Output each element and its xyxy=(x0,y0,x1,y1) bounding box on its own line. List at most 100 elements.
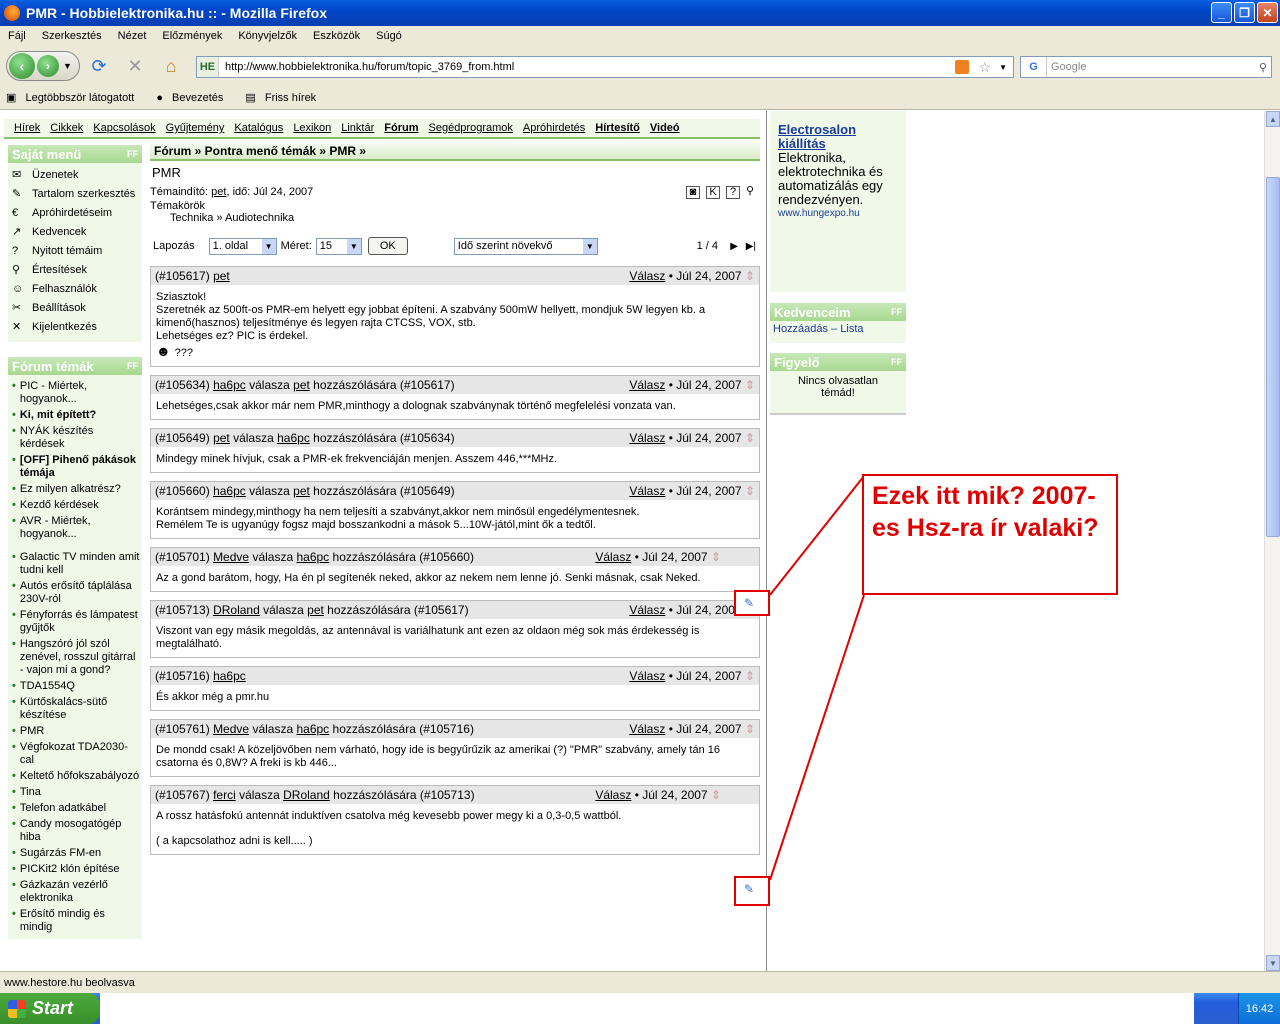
post-author-link[interactable]: pet xyxy=(213,269,230,283)
vote-icon[interactable]: ⇕ xyxy=(708,550,721,564)
scroll-up-icon[interactable]: ▲ xyxy=(1266,111,1280,127)
url-dropdown-icon[interactable]: ▼ xyxy=(999,63,1007,72)
collapse-icon[interactable]: FF xyxy=(127,149,138,159)
own-menu-item[interactable]: ? Nyitott témáim xyxy=(12,245,140,258)
forum-topic-item[interactable]: • Erősítő mindig és mindig xyxy=(12,908,140,934)
reply-link[interactable]: Válasz xyxy=(629,484,665,498)
post-author-link[interactable]: Medve xyxy=(213,722,249,736)
post-author-link[interactable]: Medve xyxy=(213,550,249,564)
forum-topic-item[interactable]: • PICKit2 klón építése xyxy=(12,863,140,876)
menu-tools[interactable]: Eszközök xyxy=(313,30,360,42)
minimize-button[interactable]: _ xyxy=(1211,2,1232,23)
edit-icon[interactable]: ✎ xyxy=(744,882,768,896)
vote-icon[interactable]: ⇕ xyxy=(742,269,755,283)
last-page-icon[interactable]: ▶| xyxy=(746,241,756,252)
post-reply-to-link[interactable]: ha6pc xyxy=(296,722,329,736)
forum-topic-item[interactable]: • Sugárzás FM-en xyxy=(12,847,140,860)
own-menu-item[interactable]: € Apróhirdetéseim xyxy=(12,207,140,220)
collapse-icon[interactable]: FF xyxy=(891,357,902,367)
collapse-icon[interactable]: FF xyxy=(127,361,138,371)
menu-edit[interactable]: Szerkesztés xyxy=(42,30,102,42)
own-menu-item[interactable]: ✎ Tartalom szerkesztés xyxy=(12,188,140,201)
ad-title-link[interactable]: Electrosalon kiállítás xyxy=(778,123,898,151)
magnifier-icon[interactable]: ⚲ xyxy=(746,186,760,199)
vote-icon[interactable]: ⇕ xyxy=(742,431,755,445)
search-bar[interactable]: G Google ⚲ xyxy=(1020,56,1272,78)
starter-link[interactable]: pet xyxy=(211,186,226,198)
menu-file[interactable]: Fájl xyxy=(8,30,26,42)
edit-icon[interactable]: ✎ xyxy=(744,596,768,610)
themes-path[interactable]: Technika » Audiotechnika xyxy=(170,212,760,224)
star-icon[interactable]: ☆ xyxy=(978,59,991,76)
forum-topic-item[interactable]: • Ez milyen alkatrész? xyxy=(12,483,140,496)
maximize-button[interactable]: ❐ xyxy=(1234,2,1255,23)
ad-url[interactable]: www.hungexpo.hu xyxy=(778,207,898,221)
post-author-link[interactable]: ha6pc xyxy=(213,378,246,392)
forum-topic-item[interactable]: • Keltető hőfokszabályozó xyxy=(12,770,140,783)
post-reply-to-link[interactable]: ha6pc xyxy=(277,431,310,445)
topnav-link[interactable]: Fórum xyxy=(384,122,418,134)
own-menu-item[interactable]: ↗ Kedvencek xyxy=(12,226,140,239)
reload-icon[interactable]: ⟳ xyxy=(88,56,110,76)
forum-topic-item[interactable]: • Galactic TV minden amit tudni kell xyxy=(12,551,140,577)
bookmark-getting-started[interactable]: ● Bevezetés xyxy=(156,92,231,104)
own-menu-item[interactable]: ✉ Üzenetek xyxy=(12,169,140,182)
forum-topic-item[interactable]: • Candy mosogatógép hiba xyxy=(12,818,140,844)
camera-icon[interactable]: ◙ xyxy=(686,186,700,199)
reply-link[interactable]: Válasz xyxy=(629,378,665,392)
topnav-link[interactable]: Apróhirdetés xyxy=(523,122,585,134)
forum-topic-item[interactable]: • TDA1554Q xyxy=(12,680,140,693)
forum-topic-item[interactable]: • Hangszóró jól szól zenével, rosszul git… xyxy=(12,638,140,677)
forum-topic-item[interactable]: • Gázkazán vezérlő elektronika xyxy=(12,879,140,905)
start-button[interactable]: Start xyxy=(0,993,100,1024)
post-author-link[interactable]: DRoland xyxy=(213,603,260,617)
reply-link[interactable]: Válasz xyxy=(629,269,665,283)
post-author-link[interactable]: ha6pc xyxy=(213,669,246,683)
post-reply-to-link[interactable]: pet xyxy=(293,484,310,498)
forum-topic-item[interactable]: • Autós erősítő táplálása 230V-ról xyxy=(12,580,140,606)
reply-link[interactable]: Válasz xyxy=(629,722,665,736)
own-menu-item[interactable]: ✂ Beállítások xyxy=(12,302,140,315)
forum-topic-item[interactable]: • Végfokozat TDA2030-cal xyxy=(12,741,140,767)
reply-link[interactable]: Válasz xyxy=(595,788,631,802)
reply-link[interactable]: Válasz xyxy=(629,669,665,683)
menu-history[interactable]: Előzmények xyxy=(162,30,222,42)
reply-link[interactable]: Válasz xyxy=(629,431,665,445)
forum-topic-item[interactable]: • PIC - Miértek, hogyanok... xyxy=(12,380,140,406)
help-icon[interactable]: ? xyxy=(726,186,740,199)
google-engine-icon[interactable]: G xyxy=(1021,57,1047,77)
forum-topic-item[interactable]: • Kezdő kérdések xyxy=(12,499,140,512)
topnav-link[interactable]: Kapcsolások xyxy=(93,122,155,134)
reply-link[interactable]: Válasz xyxy=(629,603,665,617)
scroll-down-icon[interactable]: ▼ xyxy=(1266,955,1280,971)
vote-icon[interactable]: ⇕ xyxy=(742,722,755,736)
post-author-link[interactable]: ha6pc xyxy=(213,484,246,498)
forum-topic-item[interactable]: • NYÁK készítés kérdések xyxy=(12,425,140,451)
bookmark-latest-news[interactable]: ▤ Friss hírek xyxy=(245,91,324,104)
forum-topic-item[interactable]: • [OFF] Pihenő pákások témája xyxy=(12,454,140,480)
own-menu-item[interactable]: ⚲ Értesítések xyxy=(12,264,140,277)
menu-help[interactable]: Súgó xyxy=(376,30,402,42)
post-reply-to-link[interactable]: pet xyxy=(307,603,324,617)
back-icon[interactable]: ‹ xyxy=(9,53,35,79)
bookmark-most-visited[interactable]: ▣ Legtöbbször látogatott xyxy=(6,91,142,104)
next-page-icon[interactable]: ▶ xyxy=(730,241,738,252)
search-icon[interactable]: ⚲ xyxy=(1259,61,1267,74)
topnav-link[interactable]: Hírtesítő xyxy=(595,122,640,134)
favorites-links[interactable]: Hozzáadás – Lista xyxy=(770,321,906,337)
collapse-icon[interactable]: FF xyxy=(891,307,902,317)
own-menu-item[interactable]: ☺ Felhasználók xyxy=(12,283,140,296)
url-text[interactable]: http://www.hobbielektronika.hu/forum/top… xyxy=(225,61,514,73)
post-reply-to-link[interactable]: DRoland xyxy=(283,788,330,802)
search-input[interactable]: Google xyxy=(1051,61,1086,73)
topnav-link[interactable]: Lexikon xyxy=(293,122,331,134)
size-select[interactable]: 15 ▼ xyxy=(315,237,362,255)
breadcrumb[interactable]: Fórum » Pontra menő témák » PMR » xyxy=(150,143,760,161)
url-bar[interactable]: HE http://www.hobbielektronika.hu/forum/… xyxy=(196,56,1014,78)
forward-icon[interactable]: › xyxy=(37,55,59,77)
vote-icon[interactable]: ⇕ xyxy=(708,788,721,802)
stop-icon[interactable]: ✕ xyxy=(124,56,146,76)
topnav-link[interactable]: Hírek xyxy=(14,122,40,134)
post-reply-to-link[interactable]: ha6pc xyxy=(296,550,329,564)
scroll-thumb[interactable] xyxy=(1266,177,1280,537)
